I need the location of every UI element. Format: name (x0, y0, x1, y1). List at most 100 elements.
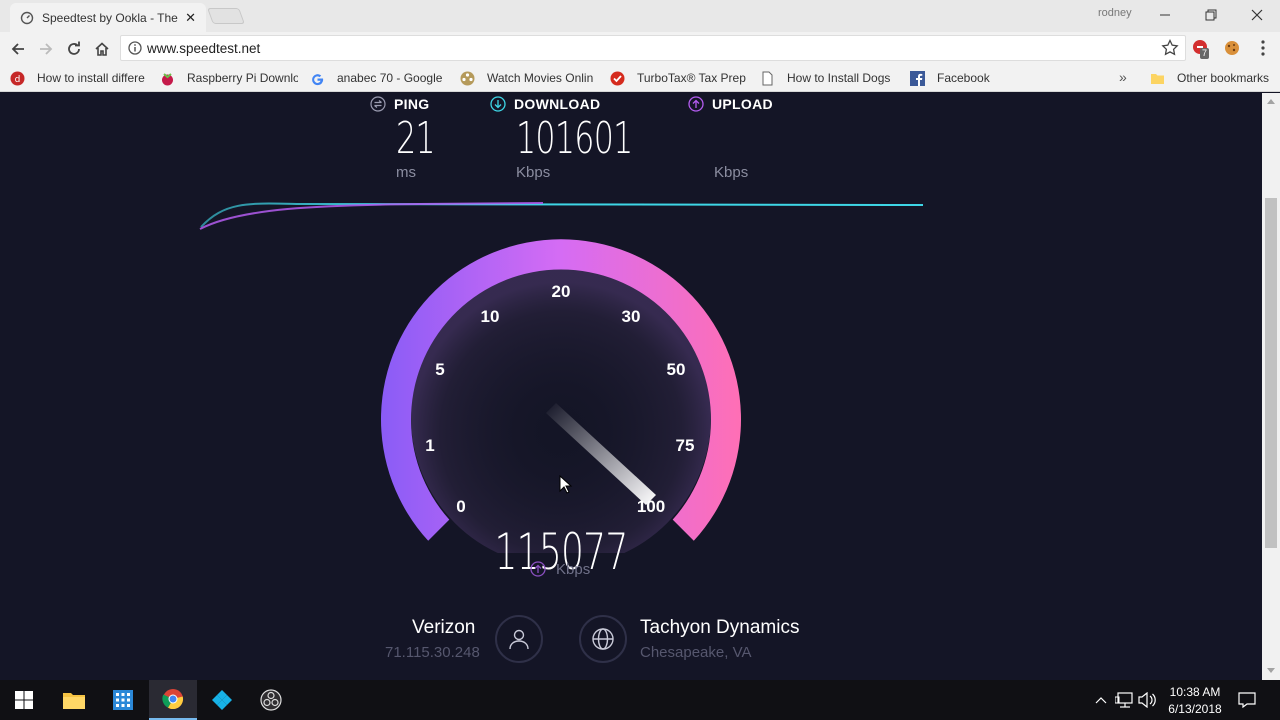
speaker-icon (1138, 692, 1156, 708)
minimize-icon (1160, 14, 1170, 16)
isp-ip: 71.115.30.248 (385, 644, 480, 661)
calculator-icon (113, 690, 133, 710)
taskbar-file-explorer[interactable] (50, 680, 98, 720)
home-icon (95, 42, 109, 56)
svg-text:d: d (15, 75, 21, 85)
tray-network[interactable] (1115, 691, 1133, 709)
page-scrollbar[interactable] (1262, 93, 1280, 680)
tab-title: Speedtest by Ookla - The (42, 10, 178, 25)
browser-titlebar: Speedtest by Ookla - The ✕ rodney (0, 0, 1280, 32)
page-icon (760, 71, 775, 86)
forward-button[interactable] (35, 38, 57, 60)
server-location: Chesapeake, VA (640, 644, 752, 661)
gauge-tick-label: 20 (551, 282, 571, 301)
reload-icon (68, 41, 80, 55)
bookmark-item[interactable]: How to Install Dogs (760, 70, 898, 86)
forward-arrow-icon (40, 43, 53, 55)
start-button[interactable] (0, 680, 48, 720)
other-bookmarks-label: Other bookmarks (1177, 71, 1270, 85)
restore-icon (1205, 9, 1217, 21)
scroll-down-icon[interactable] (1267, 668, 1275, 674)
chevron-up-icon (1095, 697, 1107, 704)
bookmark-label: Raspberry Pi Downlo (187, 71, 298, 85)
bookmark-item[interactable]: Raspberry Pi Downlo (160, 70, 298, 86)
info-icon[interactable] (128, 41, 142, 55)
taskbar-calculator[interactable] (99, 680, 147, 720)
folder-icon (1150, 71, 1165, 86)
gauge-tick-label: 50 (666, 360, 686, 379)
globe-icon (592, 628, 614, 650)
profile-name[interactable]: rodney (1098, 7, 1132, 19)
address-bar[interactable]: www.speedtest.net (120, 35, 1186, 61)
isp-name: Verizon (412, 617, 476, 638)
tab-close-icon[interactable]: ✕ (185, 10, 196, 26)
extension-cookie[interactable] (1223, 39, 1241, 57)
chrome-menu-button[interactable] (1254, 39, 1272, 57)
facebook-icon (910, 70, 925, 86)
tray-volume[interactable] (1138, 691, 1156, 709)
bookmark-item[interactable]: d How to install differe (10, 70, 148, 86)
gauge-tick-label: 30 (621, 307, 641, 326)
bookmark-item[interactable]: TurboTax® Tax Prep (610, 70, 748, 86)
network-icon (1115, 692, 1133, 708)
change-server-button[interactable] (579, 615, 627, 663)
windows-taskbar: 10:38 AM 6/13/2018 (0, 680, 1280, 720)
close-window-button[interactable] (1234, 0, 1280, 30)
bookmarks-overflow-button[interactable]: » (1119, 69, 1127, 85)
bookmark-item[interactable]: Facebook (910, 70, 1010, 86)
check-circle-icon (610, 71, 625, 86)
bookmark-item[interactable]: anabec 70 - Google (310, 70, 444, 86)
mouse-cursor-icon (559, 475, 573, 494)
film-reel-icon (460, 71, 475, 86)
chrome-icon (162, 689, 184, 710)
other-bookmarks-folder[interactable]: Other bookmarks (1150, 70, 1276, 86)
red-circle-icon: d (10, 71, 25, 86)
url-text[interactable]: www.speedtest.net (147, 41, 260, 56)
user-icon (509, 629, 529, 650)
reload-button[interactable] (63, 38, 85, 60)
bookmark-star-icon[interactable] (1161, 39, 1179, 57)
minimize-button[interactable] (1142, 0, 1188, 30)
obs-icon (260, 689, 282, 711)
action-center-button[interactable] (1238, 691, 1256, 709)
speedtest-favicon-icon (20, 11, 34, 24)
home-button[interactable] (91, 38, 113, 60)
bookmark-label: How to install differe (37, 71, 145, 85)
clock-date: 6/13/2018 (1168, 702, 1222, 716)
extension-adblock[interactable]: 7 (1192, 39, 1210, 59)
taskbar-obs[interactable] (247, 680, 295, 720)
bookmark-item[interactable]: Watch Movies Onlin (460, 70, 598, 86)
gauge-tick-label: 75 (675, 436, 695, 455)
bookmark-label: TurboTax® Tax Prep (637, 71, 746, 85)
bookmark-label: How to Install Dogs (787, 71, 891, 85)
bookmark-label: Watch Movies Onlin (487, 71, 594, 85)
notification-icon (1238, 692, 1256, 708)
back-button[interactable] (7, 38, 29, 60)
speedtest-page: PING 21 ms DOWNLOAD 101601 Kbps UPLOAD K… (0, 93, 1262, 680)
taskbar-clock[interactable]: 10:38 AM 6/13/2018 (1162, 684, 1228, 718)
more-vertical-icon (1261, 40, 1265, 56)
new-tab-button[interactable] (207, 8, 245, 24)
tray-show-hidden[interactable] (1092, 691, 1110, 709)
google-icon (310, 71, 325, 86)
taskbar-kodi[interactable] (198, 680, 246, 720)
gauge-tick-label: 100 (636, 497, 666, 516)
close-icon (1251, 9, 1263, 21)
taskbar-chrome[interactable] (149, 680, 197, 720)
current-speed-unit: Kbps (556, 561, 591, 578)
isp-user-button[interactable] (495, 615, 543, 663)
server-name: Tachyon Dynamics (640, 617, 800, 638)
gauge-tick-label: 5 (435, 360, 445, 379)
cookie-icon (1225, 41, 1239, 55)
upload-graph-line (199, 202, 544, 230)
bookmark-label: anabec 70 - Google (337, 71, 443, 85)
raspberry-icon (160, 71, 175, 86)
scrollbar-thumb[interactable] (1265, 198, 1277, 548)
restore-button[interactable] (1188, 0, 1234, 30)
upload-small-icon (530, 561, 546, 577)
scroll-up-icon[interactable] (1267, 98, 1275, 104)
browser-tab[interactable]: Speedtest by Ookla - The ✕ (10, 3, 206, 32)
windows-start-icon (15, 691, 33, 709)
back-arrow-icon (11, 43, 24, 55)
screen: Speedtest by Ookla - The ✕ rodney www.sp… (0, 0, 1280, 720)
